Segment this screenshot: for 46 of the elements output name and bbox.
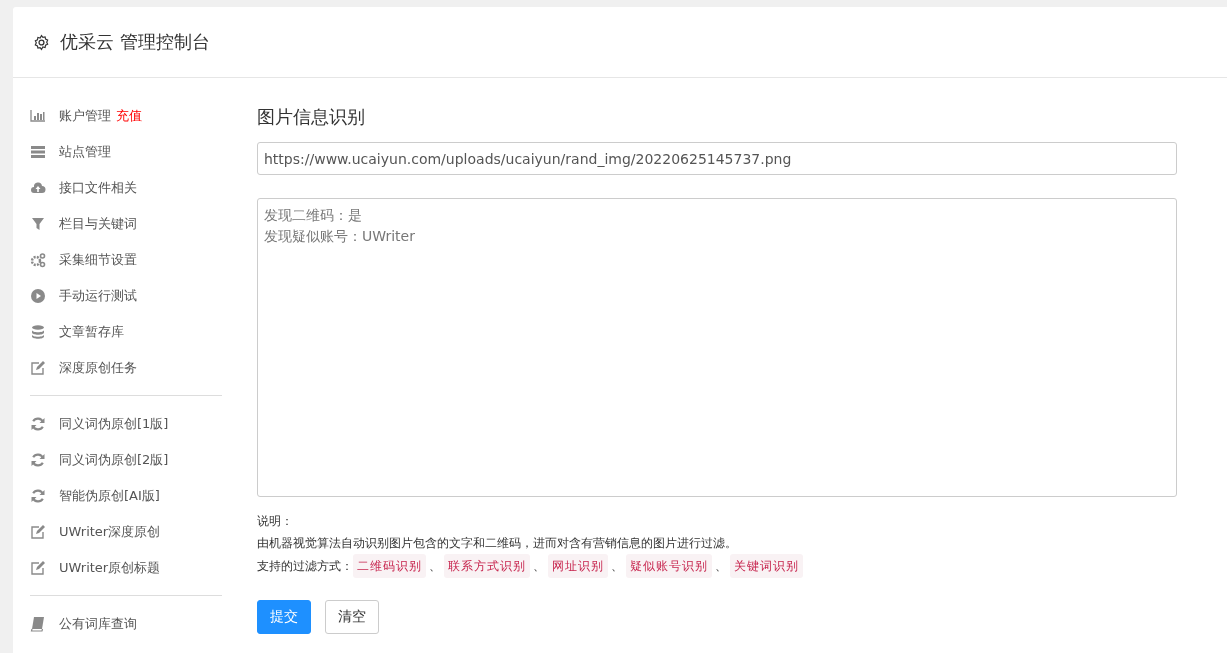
play-icon [30, 288, 46, 304]
filter-icon [30, 216, 46, 232]
separator: 、 [533, 558, 545, 575]
notes-title: 说明： [257, 513, 294, 530]
refresh-icon [30, 488, 46, 504]
refresh-icon [30, 452, 46, 468]
sidebar-item[interactable]: 同义词伪原创[1版] [30, 406, 222, 442]
book-icon [30, 616, 46, 632]
sidebar-item[interactable]: 站点管理 [30, 134, 222, 170]
settings-icon [33, 33, 50, 51]
filter-method-tag: 疑似账号识别 [626, 554, 712, 578]
sidebar-item[interactable]: 智能伪原创[AI版] [30, 478, 222, 514]
sidebar-item[interactable]: 接口文件相关 [30, 170, 222, 206]
edit-icon [30, 524, 46, 540]
separator: 、 [715, 558, 727, 575]
filter-method-tag: 二维码识别 [353, 554, 426, 578]
filter-method-tag: 网址识别 [548, 554, 608, 578]
notes-description: 由机器视觉算法自动识别图片包含的文字和二维码，进而对含有营销信息的图片进行过滤。 [257, 535, 738, 552]
filter-method-tag: 关键词识别 [730, 554, 803, 578]
sidebar-item[interactable]: 同义词伪原创[2版] [30, 442, 222, 478]
page-heading: 图片信息识别 [257, 105, 366, 129]
separator: 、 [611, 558, 623, 575]
console-title: 优采云 管理控制台 [60, 30, 210, 54]
recharge-link[interactable]: 充值 [116, 107, 142, 125]
result-text-area[interactable]: 发现二维码：是 发现疑似账号：UWriter [257, 198, 1177, 497]
edit-icon [30, 560, 46, 576]
sidebar-item[interactable]: 公有词库查询 [30, 606, 222, 642]
url-input-field[interactable]: https://www.ucaiyun.com/uploads/ucaiyun/rand_img/20220625145737.png [257, 142, 1177, 175]
filter-methods-label: 支持的过滤方式： [257, 558, 353, 575]
refresh-icon [30, 416, 46, 432]
filter-method-tag: 联系方式识别 [444, 554, 530, 578]
sidebar-item[interactable]: 手动运行测试 [30, 278, 222, 314]
sidebar-item[interactable]: 账户管理 充值 [30, 98, 222, 134]
database-icon [30, 324, 46, 340]
sidebar-item[interactable]: 栏目与关键词 [30, 206, 222, 242]
sidebar-item[interactable]: 采集细节设置 [30, 242, 222, 278]
sidebar-item[interactable]: 深度原创任务 [30, 350, 222, 386]
sidebar-item[interactable]: UWriter原创标题 [30, 550, 222, 586]
cloud-upload-icon [30, 180, 46, 196]
edit-icon [30, 360, 46, 376]
separator: 、 [429, 558, 441, 575]
clear-button[interactable]: 清空 [325, 600, 379, 634]
sidebar-item[interactable]: 文章暂存库 [30, 314, 222, 350]
bar-chart-icon [30, 108, 46, 124]
sidebar-item[interactable]: UWriter深度原创 [30, 514, 222, 550]
server-icon [30, 144, 46, 160]
